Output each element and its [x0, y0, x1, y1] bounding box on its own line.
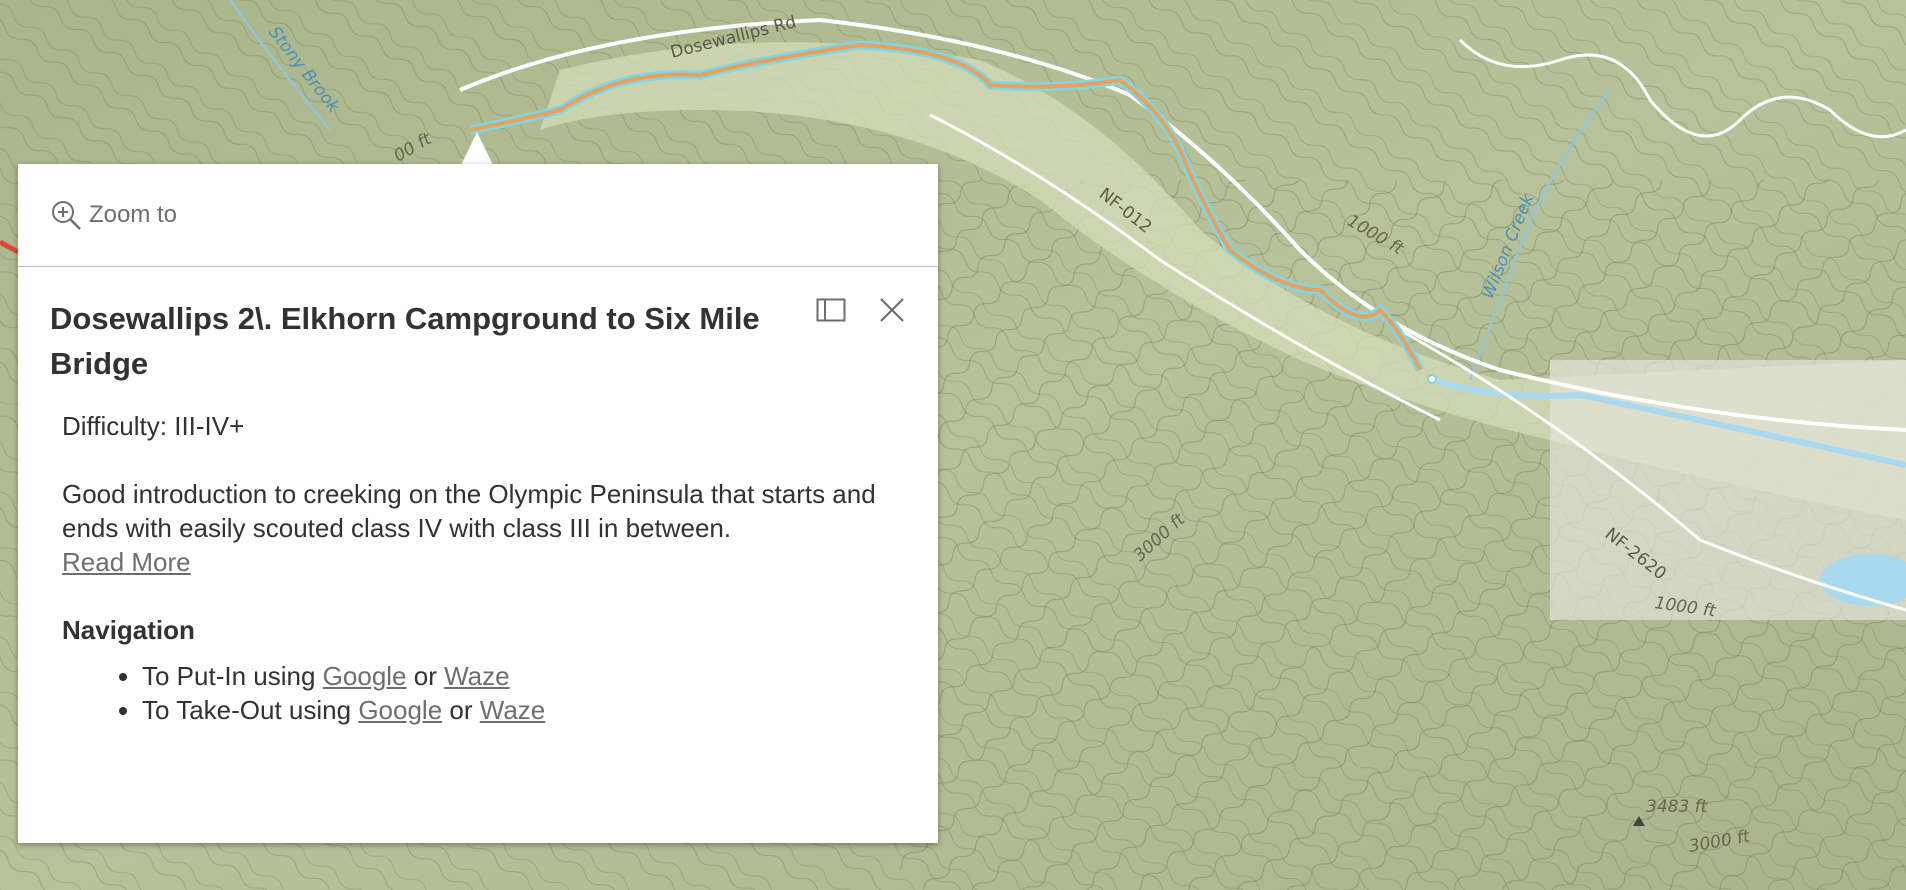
close-icon	[880, 298, 904, 322]
feature-popup: Zoom to Dosewallips 2\. Elkhorn Campgrou…	[18, 164, 938, 843]
dock-button[interactable]	[815, 294, 847, 326]
read-more-link[interactable]: Read More	[62, 547, 191, 577]
put-in-google-link[interactable]: Google	[323, 661, 407, 691]
popup-pointer	[461, 132, 493, 165]
popup-content: Difficulty: III-IV+ Good introduction to…	[62, 409, 892, 727]
zoom-in-icon	[52, 201, 81, 230]
nav-item-take-out: To Take-Out using Google or Waze	[142, 693, 892, 727]
nav-put-in-or: or	[413, 661, 437, 691]
nav-put-in-label: To Put-In using	[142, 661, 316, 691]
nav-item-put-in: To Put-In using Google or Waze	[142, 659, 892, 693]
difficulty-text: Difficulty: III-IV+	[62, 411, 245, 441]
zoom-to-label: Zoom to	[89, 201, 178, 228]
navigation-heading: Navigation	[62, 615, 195, 645]
nav-take-out-or: or	[449, 695, 473, 725]
nav-take-out-label: To Take-Out using	[142, 695, 352, 725]
navigation-list: To Put-In using Google or Waze To Take-O…	[62, 659, 892, 727]
close-button[interactable]	[876, 294, 908, 326]
label-peak-3483: 3483 ft	[1646, 797, 1709, 817]
description-text: Good introduction to creeking on the Oly…	[62, 479, 876, 543]
take-out-waze-link[interactable]: Waze	[480, 695, 546, 725]
zoom-to-button[interactable]: Zoom to	[49, 198, 177, 232]
take-out-marker[interactable]	[1427, 374, 1437, 384]
popup-actions	[815, 294, 908, 326]
popup-title: Dosewallips 2\. Elkhorn Campground to Si…	[50, 301, 760, 381]
dock-icon	[816, 298, 846, 322]
popup-header: Zoom to	[18, 164, 938, 267]
take-out-google-link[interactable]: Google	[358, 695, 442, 725]
put-in-waze-link[interactable]: Waze	[444, 661, 510, 691]
